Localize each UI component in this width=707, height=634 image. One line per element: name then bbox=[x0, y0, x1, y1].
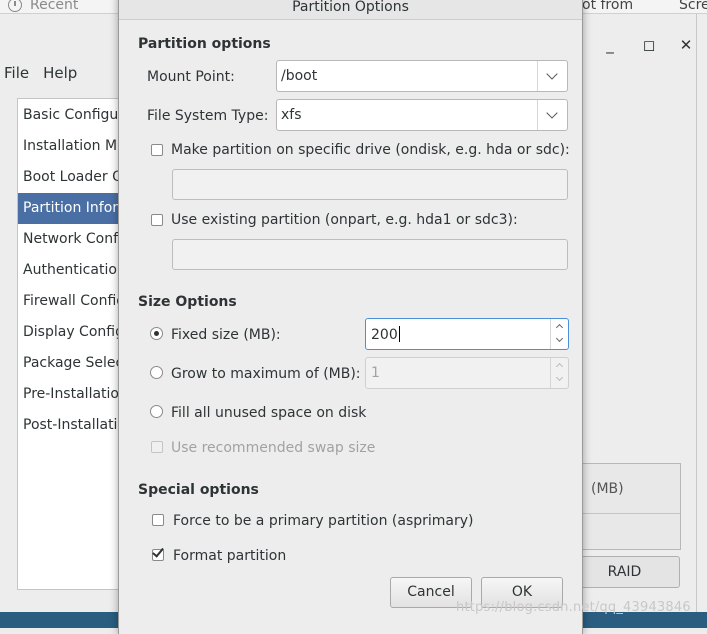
special-options-heading: Special options bbox=[138, 482, 259, 498]
menu-help[interactable]: Help bbox=[43, 64, 77, 82]
grow-radio[interactable] bbox=[150, 366, 163, 379]
spin-down-icon[interactable] bbox=[555, 373, 564, 382]
mount-point-label: Mount Point: bbox=[147, 69, 235, 85]
grow-max-spin-buttons[interactable] bbox=[550, 358, 568, 388]
fs-type-dropdown-button[interactable] bbox=[537, 100, 567, 130]
format-partition-label: Format partition bbox=[173, 548, 287, 564]
sidebar-item[interactable]: Boot Loader Options bbox=[18, 162, 126, 193]
existing-partition-input[interactable] bbox=[172, 239, 568, 270]
maximize-button[interactable]: ◻ bbox=[641, 37, 657, 53]
radio-selected-dot bbox=[154, 331, 159, 336]
size-options-heading: Size Options bbox=[138, 294, 237, 310]
sidebar-item[interactable]: Package Selection bbox=[18, 348, 126, 379]
grow-max-value[interactable]: 1 bbox=[371, 365, 380, 381]
grow-label: Grow to maximum of (MB): bbox=[171, 366, 361, 382]
minimize-button[interactable]: _ bbox=[602, 37, 618, 53]
sidebar-item[interactable]: Partition Information bbox=[18, 193, 126, 224]
specific-drive-input[interactable] bbox=[172, 169, 568, 200]
fs-type-combo[interactable]: xfs bbox=[276, 99, 568, 131]
partition-size-column-header: (MB) bbox=[581, 464, 680, 514]
sidebar-item[interactable]: Authentication bbox=[18, 255, 126, 286]
partition-options-heading: Partition options bbox=[138, 36, 271, 52]
primary-partition-checkbox[interactable] bbox=[152, 514, 164, 526]
sidebar-item[interactable]: Installation Method bbox=[18, 131, 126, 162]
fixed-size-spin-buttons[interactable] bbox=[550, 319, 568, 349]
raid-button[interactable]: RAID bbox=[569, 556, 680, 588]
mount-point-value[interactable]: /boot bbox=[281, 68, 317, 84]
sidebar-item[interactable]: Network Configuration bbox=[18, 224, 126, 255]
fill-disk-radio[interactable] bbox=[150, 405, 163, 418]
recent-places-item[interactable]: Recent bbox=[8, 0, 78, 13]
checkmark-icon bbox=[152, 545, 164, 558]
fixed-size-spinner[interactable]: 200 bbox=[365, 318, 569, 350]
spin-up-icon[interactable] bbox=[555, 362, 564, 371]
menu-bar: File Help bbox=[0, 64, 77, 82]
recommended-swap-checkbox[interactable] bbox=[151, 441, 163, 453]
fs-type-label: File System Type: bbox=[147, 108, 269, 124]
fs-type-value[interactable]: xfs bbox=[281, 107, 302, 123]
spin-up-icon[interactable] bbox=[555, 323, 564, 332]
partition-options-dialog: Partition Options Partition options Moun… bbox=[118, 0, 583, 634]
dialog-title: Partition Options bbox=[119, 0, 582, 20]
recommended-swap-label: Use recommended swap size bbox=[171, 440, 376, 456]
specific-drive-label: Make partition on specific drive (ondisk… bbox=[171, 142, 570, 158]
recent-label: Recent bbox=[30, 0, 79, 13]
chevron-down-icon bbox=[546, 68, 558, 80]
sidebar-item[interactable]: Post-Installation Script bbox=[18, 410, 126, 441]
sidebar-item[interactable]: Basic Configuration bbox=[18, 100, 126, 131]
fixed-size-radio[interactable] bbox=[150, 327, 163, 340]
close-button[interactable]: ✕ bbox=[678, 37, 694, 53]
format-partition-checkbox[interactable] bbox=[152, 545, 164, 561]
spin-down-icon[interactable] bbox=[555, 334, 564, 343]
background-hint-text-2: Scre bbox=[679, 0, 707, 13]
fill-disk-label: Fill all unused space on disk bbox=[171, 405, 367, 421]
sidebar-item[interactable]: Firewall Configuration bbox=[18, 286, 126, 317]
existing-partition-checkbox[interactable] bbox=[151, 214, 163, 226]
existing-partition-label: Use existing partition (onpart, e.g. hda… bbox=[171, 212, 518, 228]
watermark-text: https://blog.csdn.net/qq_43943846 bbox=[456, 600, 691, 615]
partition-list-panel: (MB) bbox=[580, 463, 681, 550]
chevron-down-icon bbox=[546, 107, 558, 119]
specific-drive-checkbox[interactable] bbox=[151, 144, 163, 156]
sidebar-item[interactable]: Display Configuration bbox=[18, 317, 126, 348]
sidebar-item[interactable]: Pre-Installation Script bbox=[18, 379, 126, 410]
mount-point-combo[interactable]: /boot bbox=[276, 60, 568, 92]
menu-file[interactable]: File bbox=[4, 64, 29, 82]
clock-icon bbox=[8, 0, 22, 12]
fixed-size-label: Fixed size (MB): bbox=[171, 327, 281, 343]
mount-point-dropdown-button[interactable] bbox=[537, 61, 567, 91]
primary-partition-label: Force to be a primary partition (asprima… bbox=[173, 513, 474, 529]
grow-max-spinner[interactable]: 1 bbox=[365, 357, 569, 389]
fixed-size-value[interactable]: 200 bbox=[371, 326, 400, 343]
background-hint-text: ot from bbox=[582, 0, 634, 13]
configuration-sidebar: Basic ConfigurationInstallation MethodBo… bbox=[17, 98, 127, 590]
